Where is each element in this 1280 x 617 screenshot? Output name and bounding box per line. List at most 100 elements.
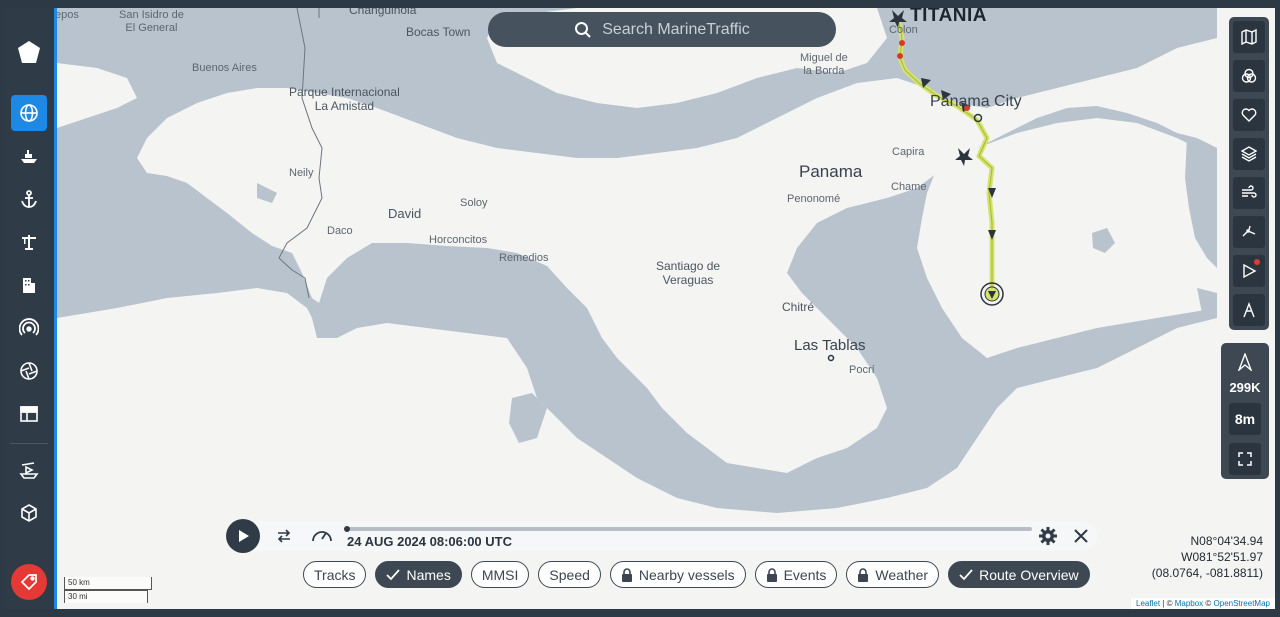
ship-route-icon[interactable] <box>11 452 47 488</box>
map-label-david: David <box>388 206 422 221</box>
attr-sep: © <box>1203 599 1214 608</box>
map-label-santiago: Santiago de Veraguas <box>656 259 721 287</box>
map-label-san-isidro: San Isidro de El General <box>119 9 184 34</box>
chip-label: Route Overview <box>979 566 1079 583</box>
chip-label: Events <box>783 566 827 583</box>
radio-signal-icon[interactable] <box>11 310 47 346</box>
search-placeholder: Search MarineTraffic <box>602 20 750 38</box>
chip-weather[interactable]: Weather <box>846 561 940 588</box>
vessel-name-label[interactable]: TITANIA <box>910 8 987 27</box>
playback-date: 24 AUG 2024 08:06:00 UTC <box>347 534 512 549</box>
map-label-panama-city: Panama City <box>930 93 1022 110</box>
map-attribution: Leaflet | © Mapbox © OpenStreetMap <box>1131 598 1275 609</box>
map-label-parque: Parque Internacional La Amistad <box>289 85 400 113</box>
tag-icon[interactable] <box>11 564 47 600</box>
scale-mi: 30 mi <box>64 590 148 603</box>
vessel-count: 299K <box>1229 380 1261 395</box>
search-icon <box>574 21 592 39</box>
cube-icon[interactable] <box>11 495 47 531</box>
map-label-pocri: Pocrí <box>849 364 875 376</box>
chip-label: Nearby vessels <box>638 566 735 583</box>
map-label-penonome: Penonomé <box>787 193 841 205</box>
check-icon <box>386 568 401 581</box>
mapbox-link[interactable]: Mapbox <box>1175 599 1203 608</box>
coord-lat: N08°04'34.94 <box>1190 534 1263 548</box>
close-icon[interactable] <box>1073 528 1089 549</box>
gear-icon[interactable] <box>1038 526 1058 551</box>
layer-chips: Tracks Names MMSI Speed Nearby vessels E… <box>303 561 1090 588</box>
map-view[interactable]: Changuinola Bocas Town San Isidro de El … <box>57 8 1275 609</box>
map-label-panama: Panama <box>799 162 863 181</box>
map-label-neily: Neily <box>289 167 314 179</box>
map-label-bocas-town: Bocas Town <box>406 25 471 39</box>
compass-icon[interactable] <box>1225 347 1265 377</box>
lock-icon <box>857 567 869 582</box>
timeframe-button[interactable]: 8m <box>1229 403 1261 435</box>
measure-icon[interactable] <box>1233 216 1265 248</box>
map-label-changuinola: Changuinola <box>349 8 417 17</box>
map-label-miguel: Miguel de la Borda <box>800 52 848 77</box>
wind-icon[interactable] <box>1233 177 1265 209</box>
map-label-las-tablas: Las Tablas <box>794 337 866 354</box>
heart-icon[interactable] <box>1233 99 1265 131</box>
play-icon <box>239 530 249 542</box>
map-label-horconcitos: Horconcitos <box>429 234 488 246</box>
map-label-epos: epos <box>57 9 79 21</box>
map-label-chitre: Chitré <box>782 300 815 314</box>
notification-dot <box>1254 259 1260 265</box>
coord-decimal: (08.0764, -081.8811) <box>1151 566 1263 581</box>
chip-nearby-vessels[interactable]: Nearby vessels <box>609 561 746 588</box>
check-icon <box>959 568 973 581</box>
layers-icon[interactable] <box>1233 138 1265 170</box>
timeline-handle[interactable] <box>344 526 350 532</box>
left-sidebar <box>4 8 57 609</box>
chip-route-overview[interactable]: Route Overview <box>948 561 1090 588</box>
chip-speed[interactable]: Speed <box>538 561 601 588</box>
map-scale: 50 km 30 mi <box>64 577 152 603</box>
chip-label: Speed <box>549 566 590 583</box>
building-icon[interactable] <box>11 267 47 303</box>
chip-label: Tracks <box>314 566 356 583</box>
table-icon[interactable] <box>11 396 47 432</box>
lock-icon <box>621 567 633 582</box>
map-label-remedios: Remedios <box>499 252 549 264</box>
timeline-slider[interactable] <box>344 526 1032 532</box>
map-tools-panel <box>1229 17 1269 330</box>
map-icon[interactable] <box>1233 21 1265 53</box>
lock-icon <box>766 567 778 582</box>
crane-icon[interactable] <box>11 224 47 260</box>
map-label-chame: Chame <box>891 181 927 193</box>
filter-icon[interactable] <box>1233 60 1265 92</box>
chip-label: Weather <box>875 566 929 583</box>
chip-names[interactable]: Names <box>375 561 462 588</box>
coord-lon: W081°52'51.97 <box>1181 550 1263 565</box>
anchor-icon[interactable] <box>11 181 47 217</box>
cursor-coordinates: N08°04'34.94 W081°52'51.97 (08.0764, -08… <box>1152 533 1263 582</box>
swap-icon[interactable] <box>276 528 292 549</box>
chip-label: MMSI <box>481 566 519 583</box>
play-route-icon[interactable] <box>1233 255 1265 287</box>
route-icon[interactable] <box>1233 294 1265 326</box>
ship-icon[interactable] <box>11 138 47 174</box>
leaflet-link[interactable]: Leaflet <box>1136 599 1160 608</box>
aperture-icon[interactable] <box>11 353 47 389</box>
map-label-capira: Capira <box>892 146 925 158</box>
app-window: Changuinola Bocas Town San Isidro de El … <box>0 0 1280 617</box>
chip-events[interactable]: Events <box>754 561 838 588</box>
track-playback-bar: 24 AUG 2024 08:06:00 UTC <box>226 519 1097 553</box>
globe-icon[interactable] <box>11 95 47 131</box>
osm-link[interactable]: OpenStreetMap <box>1214 599 1270 608</box>
chip-tracks[interactable]: Tracks <box>303 561 367 588</box>
sidebar-divider <box>10 443 48 444</box>
map-label-daco: Daco <box>327 225 353 237</box>
play-button[interactable] <box>226 519 260 553</box>
chip-label: Names <box>406 566 451 583</box>
chip-mmsi[interactable]: MMSI <box>470 561 530 588</box>
search-bar[interactable]: Search MarineTraffic <box>488 12 836 47</box>
map-label-soloy: Soloy <box>460 197 488 209</box>
scale-km: 50 km <box>64 577 152 590</box>
speed-gauge-icon[interactable] <box>311 525 333 550</box>
fullscreen-icon[interactable] <box>1229 443 1261 475</box>
map-controls-panel: 299K 8m <box>1221 343 1269 479</box>
logo-icon[interactable] <box>11 34 47 70</box>
